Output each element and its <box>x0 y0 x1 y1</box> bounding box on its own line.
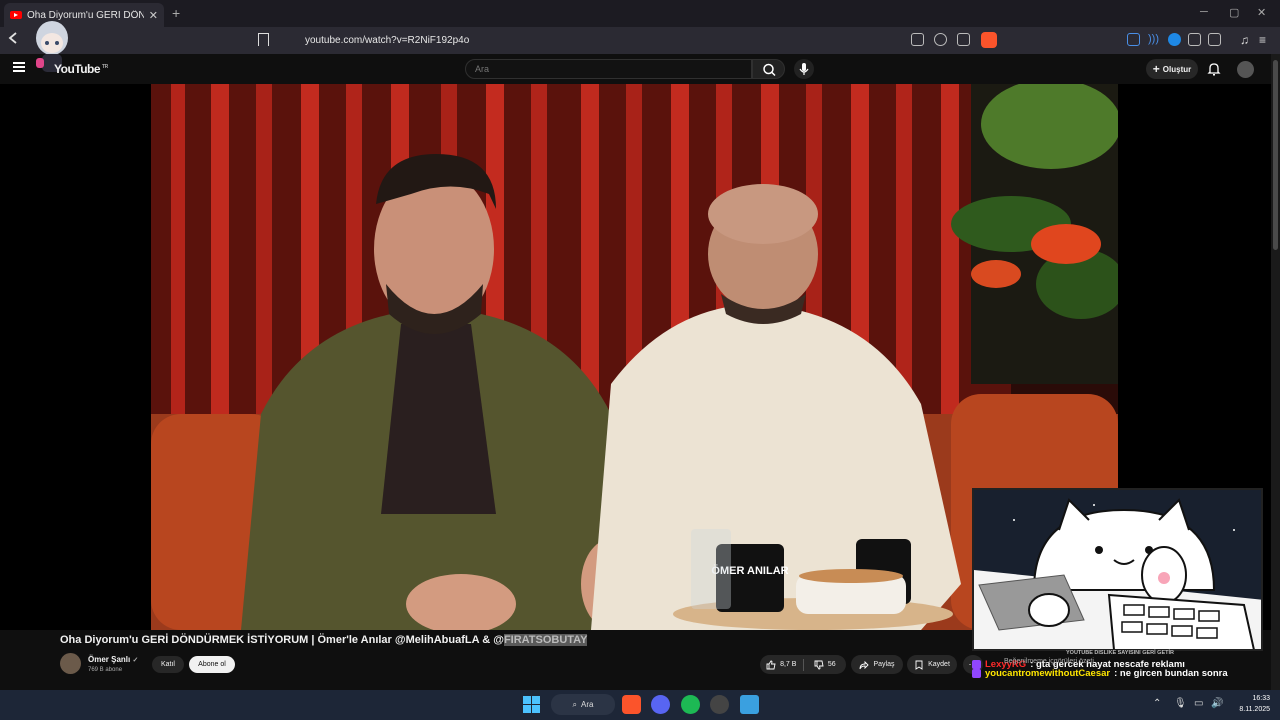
file-app-icon[interactable] <box>740 695 759 714</box>
obs-icon[interactable] <box>710 695 729 714</box>
video-title: Oha Diyorum'u GERİ DÖNDÜRMEK İSTİYORUM |… <box>60 634 588 646</box>
spotify-icon[interactable] <box>681 695 700 714</box>
back-button[interactable] <box>8 31 18 49</box>
chat-username: youcantromewithoutCaesar <box>985 668 1111 679</box>
system-clock[interactable]: 16:33 8.11.2025 <box>1230 693 1270 715</box>
chevron-left-icon <box>8 32 17 44</box>
bell-icon <box>1207 63 1221 76</box>
bookmark-icon[interactable] <box>258 33 269 46</box>
clock-date: 8.11.2025 <box>1239 706 1270 713</box>
notifications-button[interactable] <box>1207 62 1221 76</box>
video-title-text: Oha Diyorum'u GERİ DÖNDÜRMEK İSTİYORUM |… <box>60 634 504 646</box>
menu-icon[interactable]: ≡ <box>1259 33 1272 47</box>
microphone-tray-icon[interactable]: 🎙 <box>1174 698 1187 709</box>
plus-icon: + <box>1152 62 1160 76</box>
taskbar-search-label: Ara <box>581 700 594 709</box>
voice-search-button[interactable] <box>794 59 814 79</box>
url-text: youtube.com/watch?v=R2NiF192p4o <box>305 35 470 46</box>
microphone-icon <box>799 63 809 75</box>
tray-chevron-up-icon[interactable]: ⌃ <box>1153 698 1161 709</box>
chat-message: youcantromewithoutCaesar : ne gircen bun… <box>972 668 1268 679</box>
minimize-button[interactable]: ─ <box>1200 6 1208 18</box>
save-button[interactable]: Kaydet <box>907 655 957 674</box>
search-input[interactable] <box>465 59 752 79</box>
cast-icon[interactable] <box>911 33 924 46</box>
search-icon <box>763 63 776 77</box>
bongo-cat-image <box>974 490 1261 649</box>
windows-logo-tile <box>523 705 531 713</box>
address-bar[interactable]: youtube.com/watch?v=R2NiF192p4o <box>280 30 1000 51</box>
thumbs-up-icon <box>766 660 776 669</box>
start-button[interactable] <box>523 696 540 713</box>
dislike-extension-banner: YOUTUBE DISLIKE SAYISINI GERİ GETİR <box>1066 650 1174 656</box>
verified-badge-icon: ✓ <box>132 657 139 664</box>
windows-logo-tile <box>532 705 540 713</box>
search-button[interactable] <box>752 59 785 79</box>
channel-avatar[interactable] <box>60 653 81 674</box>
dislike-count: 56 <box>827 661 836 668</box>
brave-browser-icon[interactable] <box>622 695 641 714</box>
brave-shield-icon[interactable] <box>981 32 997 48</box>
clock-time: 16:33 <box>1252 695 1270 702</box>
music-icon[interactable]: ♫ <box>1240 33 1253 47</box>
like-button[interactable]: 8,7 B <box>760 660 803 670</box>
close-window-button[interactable]: ✕ <box>1257 6 1266 19</box>
like-count: 8,7 B <box>780 661 797 668</box>
share-button[interactable]: Paylaş <box>851 655 903 674</box>
translate-icon[interactable] <box>1127 33 1140 46</box>
network-icon[interactable]: ▭ <box>1194 698 1203 709</box>
youtube-favicon-icon <box>10 11 22 19</box>
new-tab-button[interactable]: + <box>172 5 180 21</box>
share-icon <box>860 660 870 669</box>
windows-logo-tile <box>532 696 540 704</box>
share-page-icon[interactable] <box>957 33 970 46</box>
twitch-icon <box>972 669 981 678</box>
like-dislike-group: 8,7 B 56 <box>760 655 846 674</box>
twitch-icon <box>972 660 981 669</box>
video-title-mention[interactable]: FIRATSOBUTAY <box>503 634 588 646</box>
search-icon: ⌕ <box>572 699 578 709</box>
country-code: TR <box>102 64 108 70</box>
account-avatar[interactable] <box>1237 61 1254 78</box>
taskbar-search[interactable]: ⌕ Ara <box>551 694 615 715</box>
close-tab-icon[interactable]: ✕ <box>149 9 158 22</box>
zoom-icon[interactable] <box>934 33 947 46</box>
maximize-button[interactable]: ▢ <box>1229 6 1239 19</box>
save-icon <box>915 660 923 670</box>
channel-name[interactable]: Ömer Şanlı ✓ <box>88 655 138 664</box>
chat-overlay: YOUTUBE DISLIKE SAYISINI GERİ GETİR Lexy… <box>972 650 1268 690</box>
youtube-logo[interactable]: YouTube TR <box>54 62 108 76</box>
browser-tab[interactable]: Oha Diyorum'u GERİ DÖNDÜ ✕ <box>4 3 164 27</box>
browser-tab-strip <box>0 0 1280 27</box>
discord-icon[interactable] <box>651 695 670 714</box>
dislike-button[interactable]: 56 <box>804 660 847 670</box>
subscriber-count: 769 B abone <box>88 667 123 673</box>
extensions-icon[interactable] <box>1188 33 1201 46</box>
thumbs-down-icon <box>814 660 824 669</box>
save-label: Kaydet <box>928 661 950 668</box>
sidebar-icon[interactable] <box>1208 33 1221 46</box>
audio-extension-icon[interactable]: ))) <box>1148 33 1161 46</box>
subscribe-button[interactable]: Abone ol <box>189 656 235 673</box>
page-scrollbar-thumb[interactable] <box>1273 60 1278 250</box>
guide-menu-icon[interactable] <box>13 62 25 72</box>
plant <box>951 84 1118 384</box>
join-button[interactable]: Katıl <box>152 656 184 673</box>
create-label: Oluştur <box>1162 64 1192 74</box>
windows-logo-tile <box>523 696 531 704</box>
stream-overlay <box>972 488 1263 651</box>
share-label: Paylaş <box>873 661 895 668</box>
chat-text: : ne gircen bundan sonra <box>1114 668 1228 679</box>
volume-icon[interactable]: 🔊 <box>1211 698 1223 709</box>
extension-blue-icon[interactable] <box>1168 33 1181 46</box>
channel-name-text: Ömer Şanlı <box>88 655 131 664</box>
logo-text: YouTube <box>54 62 101 76</box>
create-button[interactable]: + Oluştur <box>1146 59 1198 79</box>
